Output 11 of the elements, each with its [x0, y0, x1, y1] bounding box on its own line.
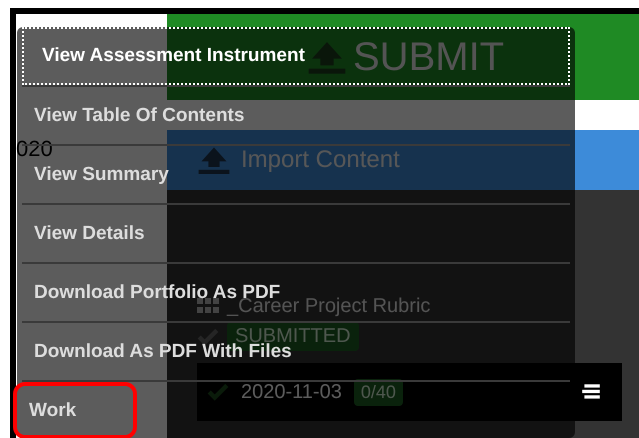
grid-icon: [197, 298, 219, 314]
upload-icon: [307, 40, 347, 74]
score-badge: 0/40: [354, 378, 403, 406]
check-icon: [207, 383, 229, 401]
menu-item[interactable]: View Table Of Contents: [30, 102, 248, 128]
menu-item[interactable]: View Details: [30, 220, 149, 246]
menu-icon[interactable]: [580, 383, 602, 401]
entry-date: 2020-11-03: [241, 380, 342, 404]
menu-item[interactable]: Work: [13, 382, 137, 438]
upload-icon: [197, 146, 231, 174]
menu-item[interactable]: View Summary: [30, 162, 173, 188]
